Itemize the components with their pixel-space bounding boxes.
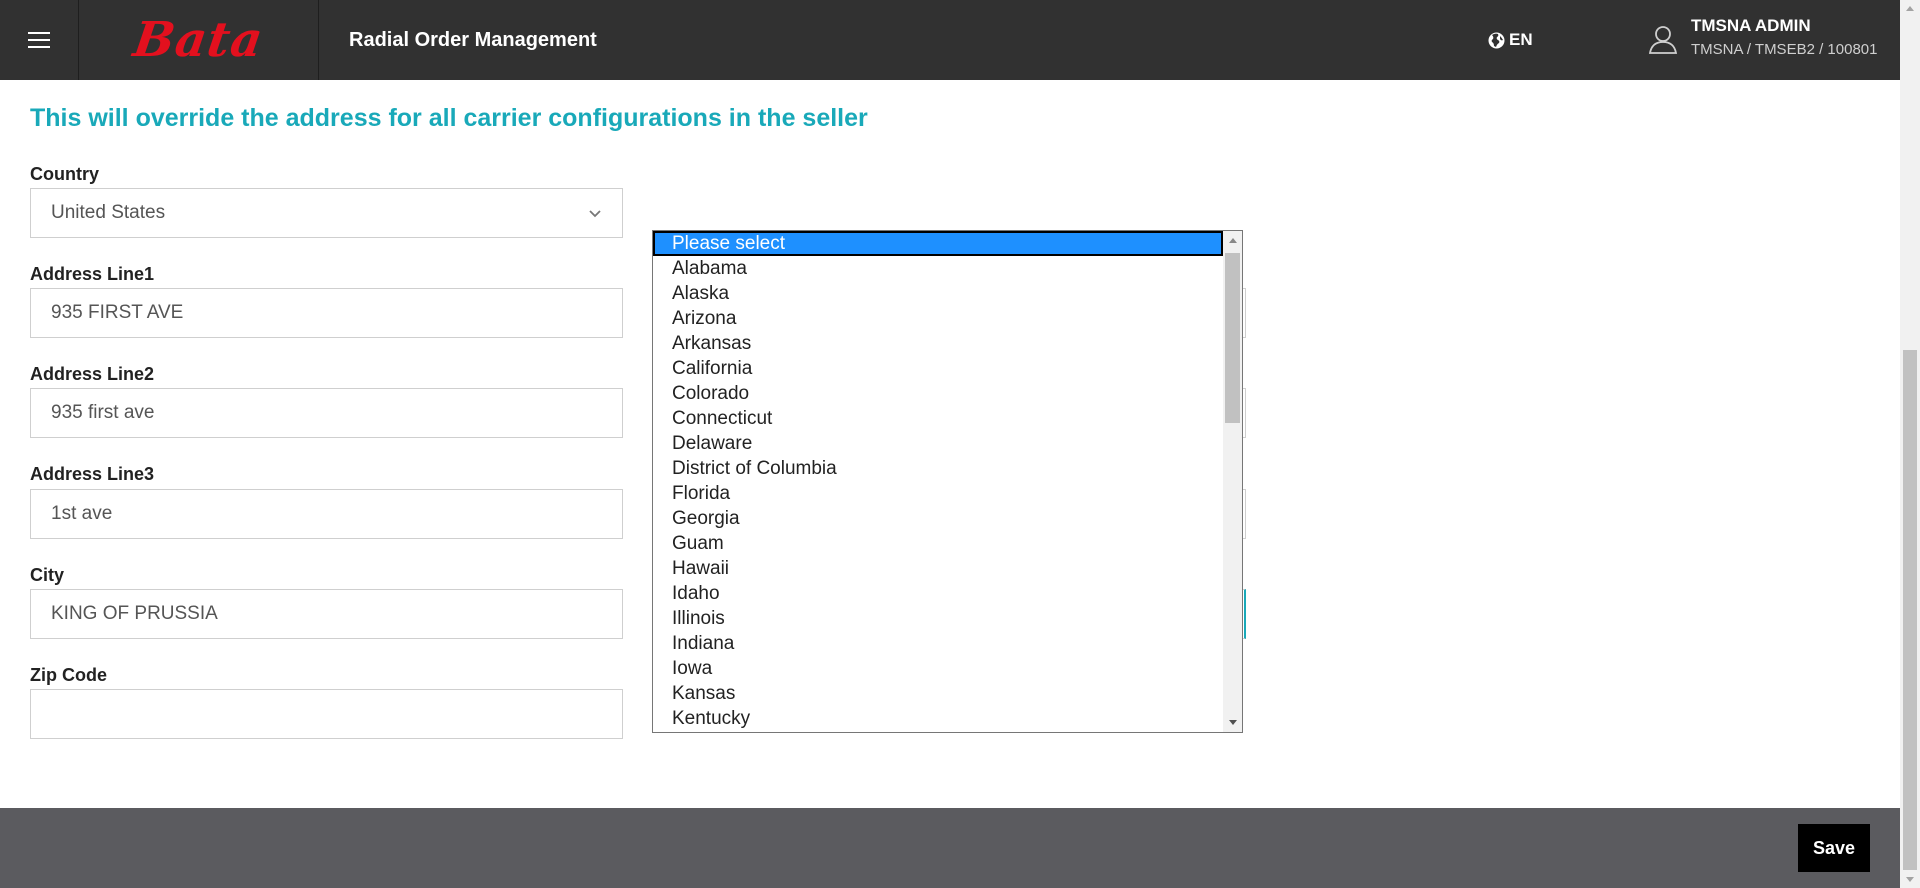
- override-notice: This will override the address for all c…: [30, 104, 868, 132]
- address-line2-value: 935 first ave: [51, 402, 155, 423]
- state-option[interactable]: Guam: [653, 531, 1223, 556]
- state-option[interactable]: Please select: [653, 231, 1223, 256]
- language-switcher[interactable]: EN: [1488, 0, 1533, 80]
- state-option[interactable]: Idaho: [653, 581, 1223, 606]
- chevron-down-icon: [589, 209, 601, 217]
- city-field[interactable]: KING OF PRUSSIA: [30, 589, 623, 639]
- address-line2-label: Address Line2: [30, 364, 155, 384]
- dropdown-scroll-down-icon[interactable]: [1229, 720, 1237, 725]
- save-button[interactable]: Save: [1798, 824, 1870, 872]
- user-icon[interactable]: [1648, 24, 1678, 54]
- top-header: Bata Radial Order Management EN TMSNA AD…: [0, 0, 1900, 80]
- state-option[interactable]: Arizona: [653, 306, 1223, 331]
- zip-code-label: Zip Code: [30, 665, 107, 685]
- state-option[interactable]: Iowa: [653, 656, 1223, 681]
- user-org-path: TMSNA / TMSEB2 / 100801: [1691, 41, 1878, 58]
- scroll-down-arrow-icon[interactable]: [1906, 877, 1914, 882]
- address-line3-label: Address Line3: [30, 464, 155, 484]
- state-option[interactable]: Kansas: [653, 681, 1223, 706]
- state-option[interactable]: Alabama: [653, 256, 1223, 281]
- state-options: Please select Alabama Alaska Arizona Arkansa…: [653, 231, 1223, 731]
- state-option[interactable]: Illinois: [653, 606, 1223, 631]
- state-option[interactable]: Florida: [653, 481, 1223, 506]
- address-line3-field[interactable]: 1st ave: [30, 489, 623, 539]
- language-label: EN: [1509, 30, 1533, 49]
- state-option[interactable]: Georgia: [653, 506, 1223, 531]
- app-title: Radial Order Management: [349, 28, 597, 51]
- user-info[interactable]: TMSNA ADMIN TMSNA / TMSEB2 / 100801: [1691, 16, 1877, 58]
- footer-bar: [0, 808, 1900, 888]
- dropdown-scroll-up-icon[interactable]: [1229, 238, 1237, 243]
- state-dropdown-list[interactable]: Please select Alabama Alaska Arizona Arkansa…: [652, 230, 1243, 733]
- state-option[interactable]: California: [653, 356, 1223, 381]
- hamburger-icon: [28, 32, 50, 48]
- state-option[interactable]: Arkansas: [653, 331, 1223, 356]
- state-option[interactable]: Connecticut: [653, 406, 1223, 431]
- address-line3-value: 1st ave: [51, 503, 113, 524]
- dropdown-scrollbar[interactable]: [1223, 231, 1242, 732]
- scroll-up-arrow-icon[interactable]: [1906, 6, 1914, 11]
- logo-text: Bata: [130, 12, 267, 68]
- state-option[interactable]: Delaware: [653, 431, 1223, 456]
- address-line2-field[interactable]: 935 first ave: [30, 388, 623, 438]
- country-label: Country: [30, 164, 99, 184]
- state-option[interactable]: Hawaii: [653, 556, 1223, 581]
- dropdown-scrollbar-thumb[interactable]: [1225, 253, 1240, 423]
- brand-logo[interactable]: Bata: [79, 0, 319, 80]
- menu-button[interactable]: [0, 0, 79, 80]
- address-line1-field[interactable]: 935 FIRST AVE: [30, 288, 623, 338]
- state-option[interactable]: Kentucky: [653, 706, 1223, 731]
- state-option[interactable]: District of Columbia: [653, 456, 1223, 481]
- country-select[interactable]: United States: [30, 188, 623, 238]
- state-option[interactable]: Colorado: [653, 381, 1223, 406]
- country-value: United States: [51, 202, 166, 223]
- user-name: TMSNA ADMIN: [1691, 16, 1811, 35]
- zip-code-field[interactable]: [30, 689, 623, 739]
- state-option[interactable]: Indiana: [653, 631, 1223, 656]
- globe-icon: [1488, 32, 1505, 48]
- state-option[interactable]: Alaska: [653, 281, 1223, 306]
- page-scrollbar[interactable]: [1900, 0, 1920, 888]
- city-label: City: [30, 565, 65, 585]
- address-line1-label: Address Line1: [30, 264, 155, 284]
- address-line1-value: 935 FIRST AVE: [51, 302, 184, 323]
- page-scrollbar-thumb[interactable]: [1903, 350, 1917, 870]
- city-value: KING OF PRUSSIA: [51, 603, 218, 624]
